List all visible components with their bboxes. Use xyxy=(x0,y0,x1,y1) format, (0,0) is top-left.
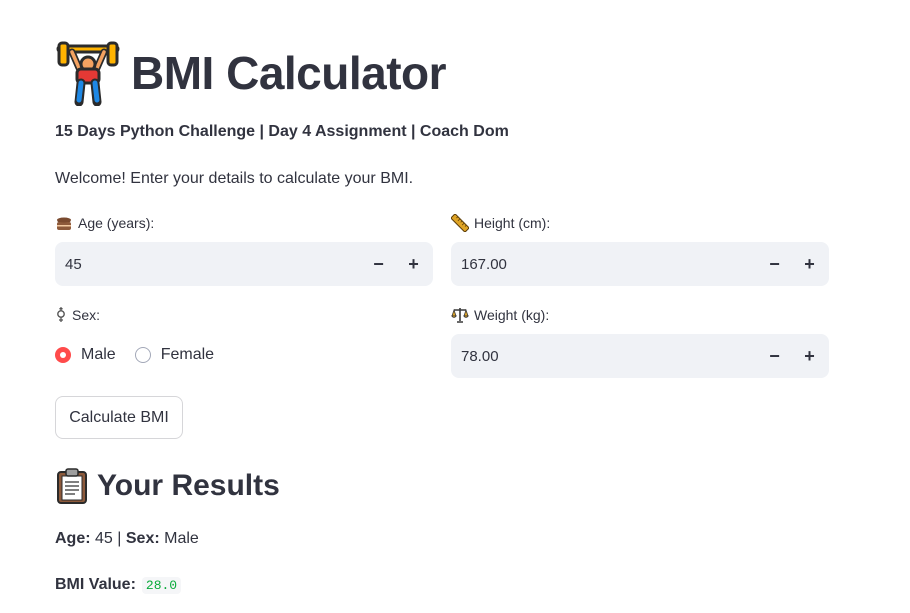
page-subtitle: 15 Days Python Challenge | Day 4 Assignm… xyxy=(55,123,509,140)
weightlifter-icon xyxy=(56,41,120,106)
page-title: BMI Calculator xyxy=(131,47,447,99)
clipboard-icon xyxy=(57,468,87,504)
age-decrement-button[interactable]: − xyxy=(361,242,396,286)
welcome-text: Welcome! Enter your details to calculate… xyxy=(55,170,414,187)
bmi-value: 28.0 xyxy=(141,577,182,594)
male-radio-button[interactable] xyxy=(55,347,71,363)
transgender-symbol-icon xyxy=(55,306,67,324)
height-decrement-button[interactable]: − xyxy=(757,242,792,286)
female-radio-button[interactable] xyxy=(134,347,151,363)
sex-option-female[interactable]: Female xyxy=(134,346,215,364)
male-option-label: Male xyxy=(81,346,116,363)
sex-label: Sex: xyxy=(55,306,100,324)
weight-label: Weight (kg): xyxy=(451,306,549,324)
results-age-label: Age: xyxy=(55,530,91,547)
height-input[interactable] xyxy=(451,241,757,287)
sex-option-male[interactable]: Male xyxy=(55,346,116,364)
height-increment-button[interactable]: + xyxy=(792,242,827,286)
height-label-text: Height (cm): xyxy=(474,215,551,231)
weight-increment-button[interactable]: + xyxy=(792,334,827,378)
results-separator: | xyxy=(117,530,122,547)
results-header: Your Results xyxy=(55,468,280,504)
weight-label-text: Weight (kg): xyxy=(474,307,550,323)
scales-icon xyxy=(451,306,469,324)
weight-input[interactable] xyxy=(451,333,757,379)
cake-icon xyxy=(55,214,73,232)
sex-radio-group: Male Female xyxy=(55,346,233,364)
age-increment-button[interactable]: + xyxy=(396,242,431,286)
age-label-text: Age (years): xyxy=(78,215,155,231)
results-sex-value: Male xyxy=(164,530,199,547)
ruler-icon xyxy=(451,214,469,232)
results-age-value: 45 xyxy=(95,530,113,547)
page-header: BMI Calculator xyxy=(55,40,447,106)
results-summary: Age: 45 | Sex: Male xyxy=(55,530,199,548)
bmi-result: BMI Value: 28.0 xyxy=(55,576,182,594)
age-label: Age (years): xyxy=(55,214,154,232)
weight-decrement-button[interactable]: − xyxy=(757,334,792,378)
weight-input-container: − + xyxy=(451,333,829,379)
bmi-value-label: BMI Value: xyxy=(55,576,136,593)
calculate-bmi-button[interactable]: Calculate BMI xyxy=(55,396,183,439)
results-title: Your Results xyxy=(97,469,280,502)
female-option-label: Female xyxy=(160,346,215,363)
height-label: Height (cm): xyxy=(451,214,550,232)
sex-label-text: Sex: xyxy=(72,307,101,323)
age-input-container: − + xyxy=(55,241,433,287)
age-input[interactable] xyxy=(55,241,361,287)
results-sex-label: Sex: xyxy=(125,530,160,547)
height-input-container: − + xyxy=(451,241,829,287)
